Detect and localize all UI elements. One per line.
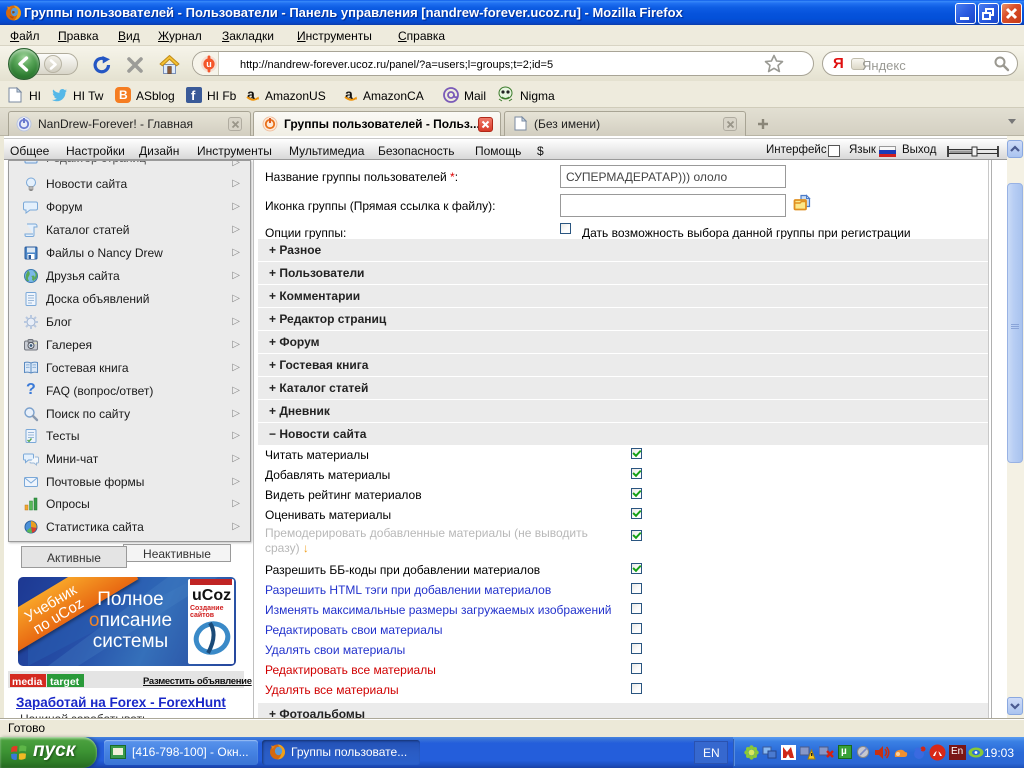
svg-text:u: u xyxy=(206,59,212,69)
